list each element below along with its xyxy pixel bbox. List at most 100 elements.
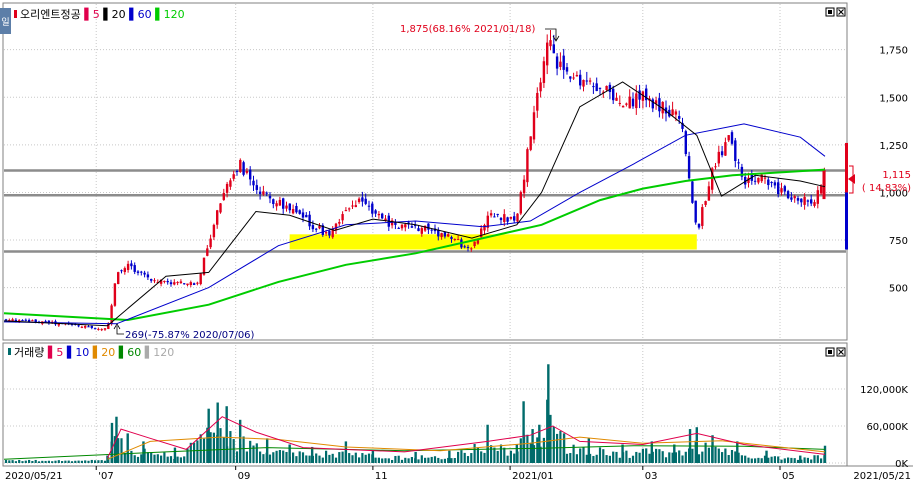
volume-bar bbox=[278, 450, 281, 463]
volume-spike bbox=[207, 408, 210, 463]
candle-body bbox=[565, 67, 569, 72]
candle-body bbox=[572, 77, 575, 79]
volume-bar bbox=[70, 461, 74, 463]
volume-bar bbox=[496, 450, 499, 463]
candle-body bbox=[153, 280, 156, 282]
candle-body bbox=[103, 328, 107, 330]
volume-bar bbox=[97, 460, 100, 463]
volume-bar bbox=[367, 453, 371, 463]
stock-name: 오리엔트정공 bbox=[20, 8, 81, 21]
candle-body bbox=[734, 140, 737, 161]
volume-bar bbox=[813, 455, 816, 463]
volume-spike bbox=[522, 401, 525, 463]
candle-body bbox=[658, 98, 661, 112]
price-legend-label-0: 5 bbox=[93, 8, 100, 21]
candle-body bbox=[522, 179, 526, 194]
volume-bar bbox=[133, 455, 136, 463]
volume-bar bbox=[625, 450, 628, 463]
candle-body bbox=[803, 196, 806, 205]
volume-bar bbox=[453, 458, 456, 463]
volume-bar bbox=[80, 460, 83, 463]
volume-bar bbox=[275, 450, 278, 463]
candle-body bbox=[651, 99, 654, 109]
candle-body bbox=[397, 227, 400, 229]
volume-bar bbox=[480, 451, 483, 463]
volume-bar bbox=[87, 460, 90, 463]
volume-bar bbox=[166, 456, 169, 463]
candle-body bbox=[377, 213, 381, 216]
volume-bar bbox=[183, 456, 186, 463]
volume-bar bbox=[648, 453, 651, 463]
volume-bar bbox=[176, 456, 179, 463]
candle-body bbox=[341, 214, 344, 221]
candle-body bbox=[770, 182, 773, 184]
volume-bar bbox=[123, 452, 126, 463]
volume-bar bbox=[585, 454, 588, 463]
volume-bar bbox=[130, 450, 133, 463]
volume-spike bbox=[310, 446, 314, 463]
candle-body bbox=[4, 319, 8, 321]
volume-bar bbox=[377, 457, 380, 463]
volume-bar bbox=[437, 457, 440, 463]
candle-body bbox=[638, 90, 641, 100]
volume-bar bbox=[433, 456, 437, 463]
candle-body bbox=[509, 217, 513, 219]
volume-bar bbox=[457, 451, 460, 463]
volume-bar bbox=[146, 452, 149, 463]
price-legend-mark-3: ▌ bbox=[152, 7, 164, 21]
candle-body bbox=[674, 111, 678, 115]
volume-bar bbox=[8, 460, 11, 463]
candle-body bbox=[288, 203, 291, 211]
volume-bar bbox=[295, 456, 298, 463]
volume-bar bbox=[635, 451, 638, 463]
candle-body bbox=[133, 265, 136, 272]
volume-spike bbox=[711, 435, 714, 463]
volume-legend-mark-2: ▌ bbox=[89, 345, 101, 359]
candle-body bbox=[357, 198, 361, 203]
volume-legend-label-2: 20 bbox=[101, 346, 115, 359]
candle-body bbox=[305, 215, 308, 218]
axis-up-marker bbox=[845, 142, 848, 193]
candle-body bbox=[410, 226, 414, 228]
volume-bar bbox=[796, 459, 800, 463]
candle-body bbox=[569, 76, 572, 79]
candle-body bbox=[493, 216, 496, 218]
volume-bar bbox=[242, 436, 245, 463]
volume-bar bbox=[424, 457, 427, 463]
candle-body bbox=[235, 171, 239, 173]
candle-body bbox=[796, 198, 800, 201]
price-legend-mark-0: ▌ bbox=[83, 7, 92, 21]
volume-bar bbox=[268, 454, 272, 463]
candle-body bbox=[249, 169, 252, 180]
candle-body bbox=[592, 86, 595, 88]
candle-body bbox=[737, 162, 740, 164]
current-price-pointer-icon bbox=[848, 174, 855, 184]
candle-body bbox=[519, 192, 522, 214]
volume-bar bbox=[305, 455, 308, 463]
volume-spike bbox=[562, 433, 566, 463]
volume-bar bbox=[661, 451, 664, 463]
candle-body bbox=[278, 199, 282, 206]
candle-body bbox=[328, 230, 331, 236]
volume-bar bbox=[229, 431, 232, 463]
stock-chart: 500 750 1,000 1,250 1,500 1,750 0K 60,000K 120,0… bbox=[0, 0, 913, 483]
volume-bar bbox=[559, 431, 562, 463]
candle-body bbox=[753, 180, 757, 182]
candle-body bbox=[447, 234, 450, 237]
volume-spike bbox=[515, 444, 519, 463]
candle-body bbox=[262, 191, 265, 195]
candle-body bbox=[209, 238, 212, 248]
volume-spike bbox=[695, 427, 698, 463]
volume-bar bbox=[74, 460, 77, 463]
candle-body bbox=[123, 268, 126, 273]
candle-body bbox=[420, 228, 423, 234]
volume-bar bbox=[443, 458, 446, 463]
volume-bar bbox=[120, 438, 123, 463]
volume-bar bbox=[262, 454, 265, 463]
volume-bar bbox=[483, 452, 486, 463]
volume-legend-marker bbox=[8, 348, 11, 355]
volume-legend-label-3: 60 bbox=[127, 346, 141, 359]
low-annotation-text: 269(-75.87% 2020/07/06) bbox=[125, 330, 255, 341]
volume-legend-text: 거래량 ▌5 ▌10 ▌20 ▌60 ▌120 bbox=[14, 345, 174, 359]
candle-body bbox=[793, 196, 796, 199]
